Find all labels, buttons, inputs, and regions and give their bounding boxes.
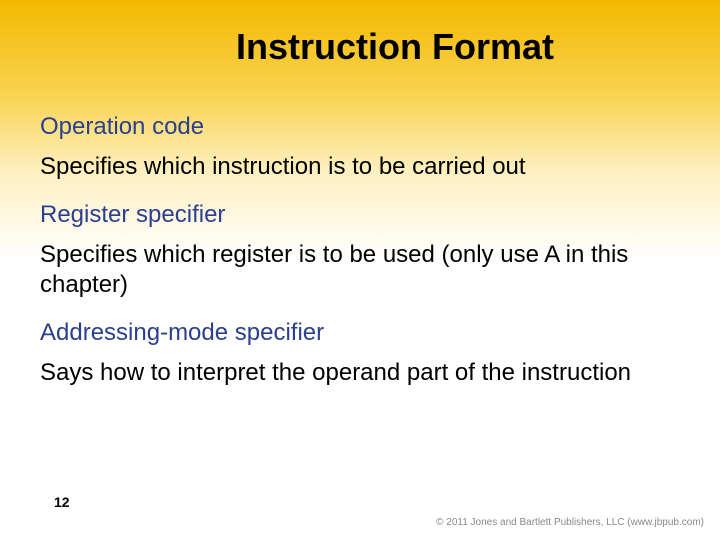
term-addressing: Addressing-mode specifier [40, 318, 680, 348]
def-opcode: Specifies which instruction is to be car… [40, 152, 680, 182]
def-register: Specifies which register is to be used (… [40, 240, 680, 300]
copyright-footer: © 2011 Jones and Bartlett Publishers, LL… [436, 517, 704, 528]
term-opcode: Operation code [40, 112, 680, 142]
def-addressing: Says how to interpret the operand part o… [40, 358, 680, 388]
slide-title: Instruction Format [0, 0, 720, 68]
slide-content: Operation code Specifies which instructi… [0, 68, 720, 388]
page-number: 12 [54, 494, 70, 510]
term-register: Register specifier [40, 200, 680, 230]
